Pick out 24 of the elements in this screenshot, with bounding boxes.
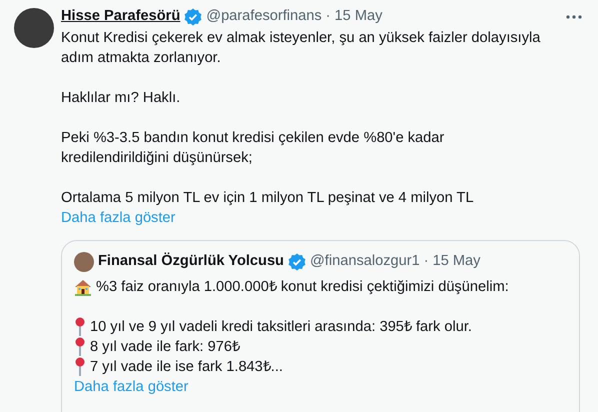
author-handle[interactable]: @finansalozgur1: [310, 250, 420, 273]
separator-dot: ·: [326, 7, 331, 26]
quoted-post-text: 10 yıl ve 9 yıl vadeli kredi taksitleri arasında: 395₺ fark olur.: [90, 318, 472, 337]
pin-icon: [74, 316, 86, 337]
house-icon: [74, 278, 92, 296]
quoted-post-text: 7 yıl vade ile ise fark 1.843₺...: [90, 358, 283, 377]
pin-icon: [74, 356, 86, 377]
pin-icon: [74, 336, 86, 357]
post-text: Ortalama 5 milyon TL ev için 1 milyon TL peşinat ve 4 milyon TL: [61, 189, 475, 208]
post-text: Haklılar mı? Haklı.: [61, 89, 182, 108]
quoted-post-text: 8 yıl vade ile fark: 976₺: [90, 338, 240, 357]
post-text: Peki %3-3.5 bandın konut kredisi çekilen evde %80'e kadar kredilendirildiğini düşünürsek;: [61, 129, 446, 168]
author-name[interactable]: Hisse Parafesörü: [61, 6, 180, 28]
post-text: Konut Kredisi çekerek ev almak isteyenler, şu an yüksek faizler dolayısıyla adım atmakta zorlanıyor.: [61, 29, 542, 68]
avatar-icon: [74, 252, 94, 272]
post-date[interactable]: 15 May: [334, 6, 382, 28]
separator-dot: ·: [424, 252, 429, 271]
avatar-icon[interactable]: [14, 8, 54, 48]
post-date[interactable]: 15 May: [432, 250, 480, 273]
author-name[interactable]: Finansal Özgürlük Yolcusu: [98, 250, 284, 273]
quoted-post-text: %3 faiz oranıyla 1.000.000₺ konut kredisi çektiğimizi düşünelim:: [96, 278, 509, 297]
quoted-post-card[interactable]: [61, 240, 580, 412]
author-handle[interactable]: @parafesorfinans: [206, 6, 322, 28]
more-icon[interactable]: [566, 15, 582, 19]
